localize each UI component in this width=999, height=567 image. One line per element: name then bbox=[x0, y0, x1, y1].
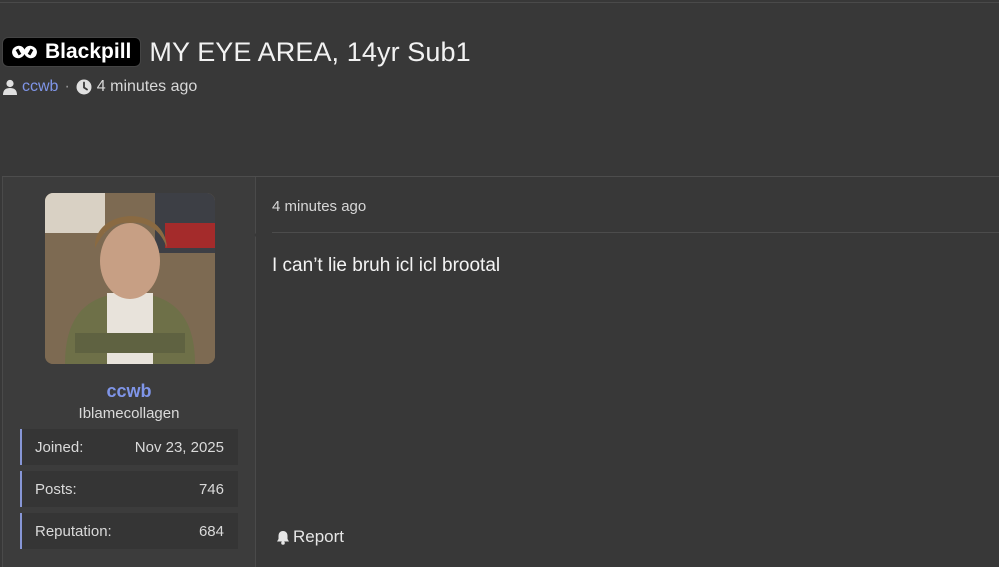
user-icon bbox=[3, 79, 17, 95]
page-title: MY EYE AREA, 14yr Sub1 bbox=[149, 36, 471, 67]
user-title: Iblamecollagen bbox=[78, 405, 180, 422]
report-label: Report bbox=[293, 527, 345, 546]
post-header-divider bbox=[272, 232, 999, 233]
pill-icon bbox=[12, 45, 37, 59]
stat-label: Reputation: bbox=[35, 522, 112, 540]
post-date-link[interactable]: 4 minutes ago bbox=[272, 198, 366, 215]
post-username[interactable]: ccwb bbox=[3, 381, 255, 402]
stat-label: Joined: bbox=[35, 438, 84, 456]
stat-label: Posts: bbox=[35, 480, 77, 498]
bell-icon bbox=[277, 530, 289, 545]
stat-value: 746 bbox=[198, 480, 224, 498]
thread-meta: ccwb · 4 minutes ago bbox=[2, 78, 999, 96]
clock-icon bbox=[76, 79, 92, 95]
avatar[interactable] bbox=[45, 193, 215, 364]
thread-date[interactable]: 4 minutes ago bbox=[97, 78, 198, 96]
thread-prefix-badge[interactable]: Blackpill bbox=[2, 37, 142, 67]
thread-author-link[interactable]: ccwb bbox=[22, 78, 58, 96]
post-body: I can’t lie bruh icl icl brootal bbox=[272, 255, 501, 276]
thread-title-row: Blackpill MY EYE AREA, 14yr Sub1 bbox=[2, 34, 999, 70]
stat-value: 684 bbox=[198, 522, 224, 540]
thread-header: Blackpill MY EYE AREA, 14yr Sub1 ccwb · … bbox=[2, 34, 999, 96]
avatar-image bbox=[45, 193, 215, 364]
post-main: 4 minutes ago I can’t lie bruh icl icl b… bbox=[256, 177, 999, 567]
stat-posts: Posts: 746 bbox=[20, 471, 238, 507]
stat-reputation: Reputation: 684 bbox=[20, 513, 238, 549]
report-button[interactable]: Report bbox=[276, 527, 344, 547]
post-user-pane: ccwb Iblamecollagen Joined: Nov 23, 2025… bbox=[2, 177, 256, 567]
post-message: ccwb Iblamecollagen Joined: Nov 23, 2025… bbox=[2, 176, 999, 567]
stat-value: Nov 23, 2025 bbox=[134, 438, 224, 456]
prefix-label: Blackpill bbox=[45, 40, 132, 63]
stat-joined: Joined: Nov 23, 2025 bbox=[20, 429, 238, 465]
top-divider bbox=[0, 2, 999, 3]
meta-separator: · bbox=[64, 78, 70, 95]
